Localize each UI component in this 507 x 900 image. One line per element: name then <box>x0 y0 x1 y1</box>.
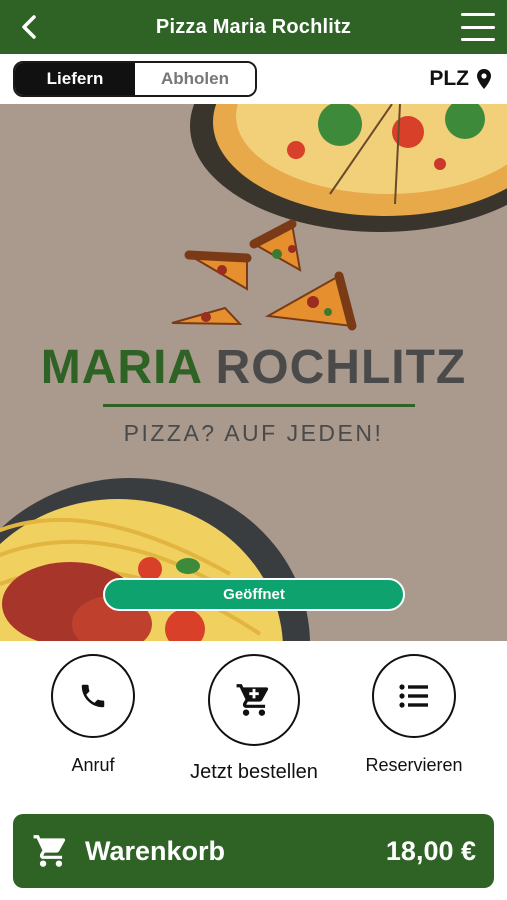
open-status-badge: Geöffnet <box>103 578 405 611</box>
brand-name-part-1: MARIA <box>40 341 202 394</box>
brand-name-part-2: ROCHLITZ <box>215 341 467 394</box>
order-now-label: Jetzt bestellen <box>190 761 318 783</box>
brand-tagline: PIZZA? AUF JEDEN! <box>123 420 384 446</box>
postal-code-selector[interactable]: PLZ <box>429 66 491 92</box>
reserve-label: Reservieren <box>365 755 463 775</box>
hero-banner: MARIA ROCHLITZ PIZZA? AUF JEDEN! Geöffne… <box>0 104 507 641</box>
brand-divider <box>103 404 415 407</box>
chevron-left-icon <box>22 15 36 39</box>
mode-bar: Liefern Abholen PLZ <box>0 54 507 104</box>
menu-icon-bar <box>461 25 495 29</box>
order-action[interactable]: Jetzt bestellen <box>190 654 318 784</box>
cart-icon <box>236 684 269 716</box>
pickup-tab[interactable]: Abholen <box>135 63 255 95</box>
cart-total: 18,00 € <box>385 835 476 866</box>
deliver-tab[interactable]: Liefern <box>15 63 135 95</box>
cart-icon <box>31 831 71 871</box>
menu-icon-bar <box>461 38 495 41</box>
cart-label: Warenkorb <box>85 835 226 866</box>
reserve-button[interactable] <box>372 654 456 738</box>
list-icon <box>399 684 428 708</box>
menu-icon-bar <box>461 13 495 16</box>
delivery-mode-toggle: Liefern Abholen <box>13 61 257 97</box>
back-button[interactable] <box>14 12 44 42</box>
location-pin-icon <box>477 69 491 89</box>
pizza-image <box>190 104 507 232</box>
phone-icon <box>81 684 105 708</box>
page-title: Pizza Maria Rochlitz <box>155 15 352 38</box>
brand-logo-text: MARIA ROCHLITZ <box>0 340 507 395</box>
order-now-button[interactable] <box>208 654 300 746</box>
pasta-image <box>0 478 310 641</box>
menu-button[interactable] <box>461 13 495 41</box>
call-button[interactable] <box>51 654 135 738</box>
call-label: Anruf <box>71 755 115 775</box>
pizza-logo <box>171 219 357 331</box>
call-action[interactable]: Anruf <box>51 654 135 776</box>
app-header: Pizza Maria Rochlitz <box>0 0 507 54</box>
cart-button[interactable]: Warenkorb 18,00 € <box>13 814 494 888</box>
plz-label: PLZ <box>429 67 469 90</box>
reserve-action[interactable]: Reservieren <box>358 654 470 776</box>
